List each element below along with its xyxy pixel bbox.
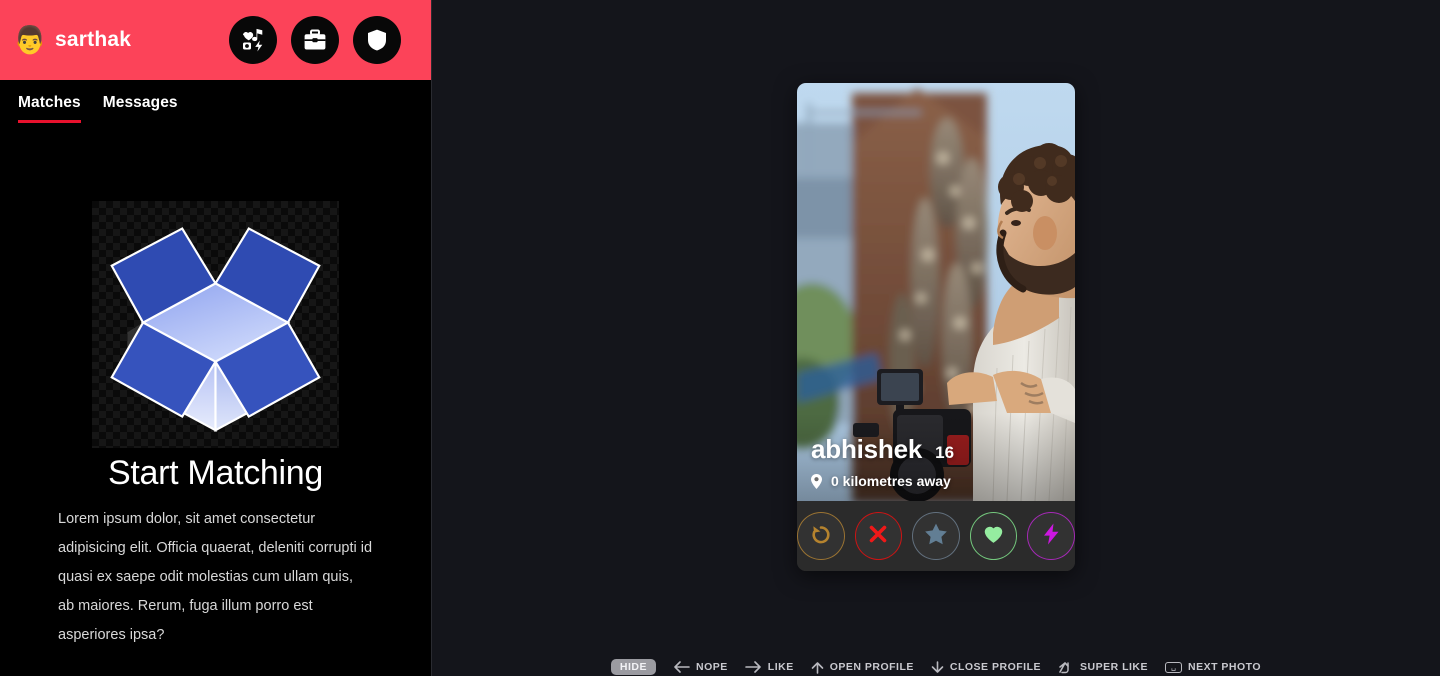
profile-photo[interactable]: abhishek 16 0 kilometres away [797,83,1075,501]
profile-age: 16 [935,443,955,462]
briefcase-icon [302,27,328,53]
star-icon [923,521,949,552]
empty-state-title: Start Matching [107,454,323,492]
app-root: 👨 sarthak Matches Messages Start Matchin… [0,0,1440,676]
profile-info: abhishek 16 0 kilometres away [797,434,1075,501]
shortcut-super-like[interactable]: SUPER LIKE [1058,661,1148,674]
open-box-illustration [92,201,339,448]
map-pin-icon [811,473,822,489]
tab-matches[interactable]: Matches [18,94,81,123]
brand: 👨 sarthak [13,24,132,56]
tab-messages[interactable]: Messages [103,94,178,123]
shortcut-nope-label: NOPE [696,661,728,673]
like-button[interactable] [969,512,1018,560]
lightning-icon [1039,522,1063,551]
shortcut-open-profile-label: OPEN PROFILE [829,661,914,673]
hide-shortcuts-button[interactable]: HIDE [610,658,657,676]
shortcut-like[interactable]: LIKE [744,661,794,673]
empty-state: Start Matching Lorem ipsum dolor, sit am… [0,123,431,676]
briefcase-icon-button[interactable] [291,16,339,64]
rewind-icon [809,522,833,551]
rewind-button[interactable] [797,512,845,560]
shortcut-close-profile-label: CLOSE PROFILE [949,661,1041,673]
apps-grid-icon [240,27,266,53]
app-header: 👨 sarthak [0,0,431,80]
shift-arrow-up-icon [1058,661,1074,674]
arrow-left-icon [673,661,690,673]
apps-grid-icon-button[interactable] [229,16,277,64]
brand-name: sarthak [55,28,132,51]
close-x-icon [866,522,890,551]
nope-button[interactable] [854,512,903,560]
empty-state-description: Lorem ipsum dolor, sit amet consectetur … [58,511,373,643]
sidebar-tabs: Matches Messages [0,80,431,123]
super-like-button[interactable] [912,512,960,560]
shield-icon-button[interactable] [353,16,401,64]
shortcut-close-profile[interactable]: CLOSE PROFILE [931,660,1041,674]
profile-name-row: abhishek 16 [811,434,1075,465]
shortcut-super-like-label: SUPER LIKE [1079,661,1148,673]
shortcut-like-label: LIKE [767,661,794,673]
shield-icon [364,27,390,53]
shortcut-nope[interactable]: NOPE [673,661,728,673]
card-action-bar [797,501,1075,571]
arrow-right-icon [744,661,762,673]
arrow-down-icon [931,660,944,674]
profile-distance-row: 0 kilometres away [811,473,1075,489]
space-key-icon: ␣ [1165,661,1182,673]
header-icon-group [229,16,401,64]
keyboard-shortcut-bar: HIDE NOPE LIKE OPEN PROFILE CLOSE PROFIL… [432,654,1440,676]
shortcut-next-photo-label: NEXT PHOTO [1188,661,1262,673]
heart-icon [981,521,1006,551]
person-avatar-icon[interactable]: 👨 [13,24,47,56]
shortcut-open-profile[interactable]: OPEN PROFILE [811,661,914,674]
arrow-up-icon [811,661,824,674]
boost-button[interactable] [1027,512,1075,560]
shortcut-next-photo[interactable]: ␣ NEXT PHOTO [1165,661,1261,673]
main-swipe-area: abhishek 16 0 kilometres away HIDE NOPE … [432,0,1440,676]
profile-card[interactable]: abhishek 16 0 kilometres away [797,83,1075,571]
profile-distance: 0 kilometres away [831,473,951,489]
left-sidebar: 👨 sarthak Matches Messages Start Matchin… [0,0,432,676]
profile-name: abhishek [811,434,923,464]
